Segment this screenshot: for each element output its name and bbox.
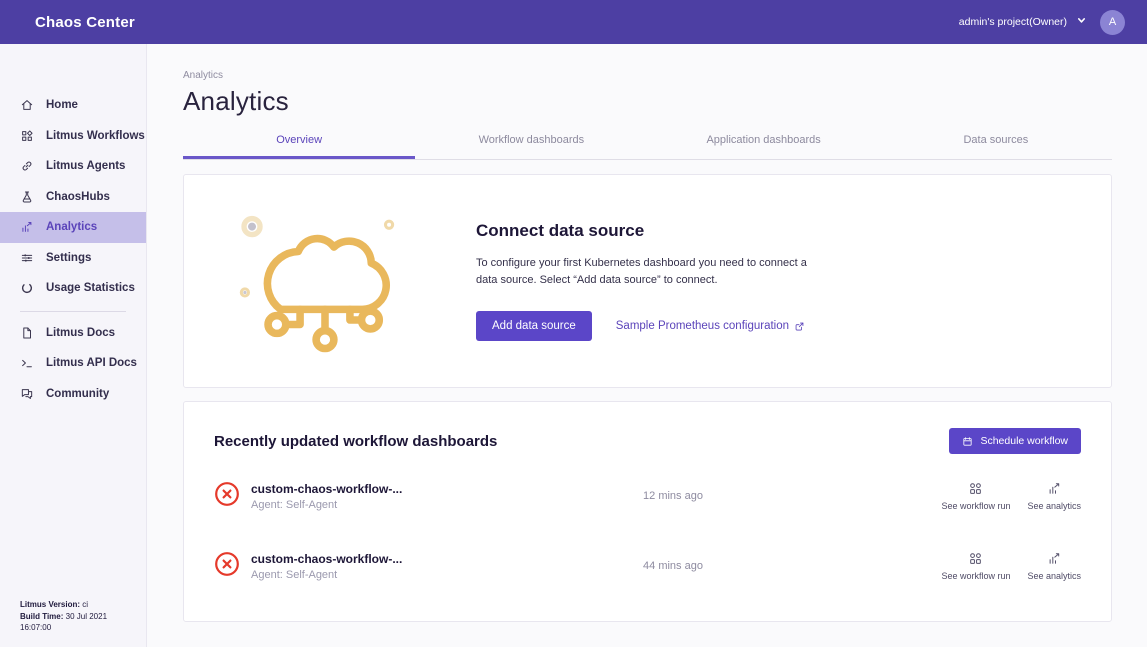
project-selector[interactable]: admin's project(Owner)	[959, 16, 1086, 28]
connect-data-source-card: Connect data source To configure your fi…	[183, 174, 1112, 388]
settings-icon	[20, 251, 34, 265]
analytics-icon	[20, 220, 34, 234]
workflow-agent: Agent: Self-Agent	[251, 569, 603, 581]
breadcrumb: Analytics	[183, 70, 1112, 81]
sidebar-item-label: Litmus API Docs	[46, 357, 137, 369]
calendar-icon	[962, 436, 973, 447]
sidebar-item-label: Litmus Docs	[46, 327, 115, 339]
see-analytics-label: See analytics	[1027, 571, 1081, 581]
see-analytics-icon	[1047, 551, 1062, 566]
home-icon	[20, 98, 34, 112]
see-workflow-run-label: See workflow run	[941, 571, 1010, 581]
sidebar-item-litmus-agents[interactable]: Litmus Agents	[0, 151, 146, 182]
external-link-icon	[794, 321, 805, 332]
sidebar-footer: Litmus Version: ci Build Time: 30 Jul 20…	[0, 599, 146, 647]
schedule-workflow-button[interactable]: Schedule workflow	[949, 428, 1081, 454]
see-analytics-icon	[1047, 481, 1062, 496]
workflow-timestamp: 12 mins ago	[603, 490, 743, 502]
agents-icon	[20, 159, 34, 173]
workflow-agent: Agent: Self-Agent	[251, 499, 603, 511]
tab-bar: Overview Workflow dashboards Application…	[183, 134, 1112, 160]
avatar[interactable]: A	[1100, 10, 1125, 35]
tab-data-sources[interactable]: Data sources	[880, 134, 1112, 159]
sample-prometheus-link[interactable]: Sample Prometheus configuration	[616, 320, 805, 332]
sidebar-item-label: Litmus Agents	[46, 160, 125, 172]
sidebar-item-label: Analytics	[46, 221, 97, 233]
project-selector-label: admin's project(Owner)	[959, 16, 1067, 28]
workflow-run-icon	[968, 481, 983, 496]
dashboard-row: custom-chaos-workflow-... Agent: Self-Ag…	[214, 468, 1081, 524]
sidebar-item-label: Usage Statistics	[46, 282, 135, 294]
sidebar-item-community[interactable]: Community	[0, 379, 146, 410]
chevron-down-icon	[1077, 16, 1086, 28]
sidebar-divider	[20, 311, 126, 312]
workflow-name: custom-chaos-workflow-...	[251, 552, 603, 566]
add-data-source-button[interactable]: Add data source	[476, 311, 592, 341]
top-header: Chaos Center admin's project(Owner) A	[0, 0, 1147, 44]
workflow-timestamp: 44 mins ago	[603, 560, 743, 572]
litmus-version: Litmus Version: ci	[20, 599, 138, 611]
sample-prometheus-link-label: Sample Prometheus configuration	[616, 320, 789, 332]
docs-icon	[20, 326, 34, 340]
failed-status-icon	[214, 481, 240, 512]
build-time: Build Time: 30 Jul 2021 16:07:00	[20, 611, 138, 634]
tab-workflow-dashboards[interactable]: Workflow dashboards	[415, 134, 647, 159]
api-docs-icon	[20, 356, 34, 370]
workflows-icon	[20, 129, 34, 143]
dashboard-row: custom-chaos-workflow-... Agent: Self-Ag…	[214, 538, 1081, 594]
sidebar-item-label: Settings	[46, 252, 91, 264]
see-workflow-run-action[interactable]: See workflow run	[941, 481, 1010, 511]
sidebar-item-label: ChaosHubs	[46, 191, 110, 203]
community-icon	[20, 387, 34, 401]
workflow-name: custom-chaos-workflow-...	[251, 482, 603, 496]
usage-icon	[20, 281, 34, 295]
see-analytics-action[interactable]: See analytics	[1027, 551, 1081, 581]
sidebar-item-usage-statistics[interactable]: Usage Statistics	[0, 273, 146, 304]
sidebar-item-home[interactable]: Home	[0, 90, 146, 121]
app-title: Chaos Center	[35, 14, 135, 31]
schedule-workflow-button-label: Schedule workflow	[980, 435, 1068, 447]
see-workflow-run-label: See workflow run	[941, 501, 1010, 511]
recent-dashboards-title: Recently updated workflow dashboards	[214, 433, 497, 450]
sidebar-item-settings[interactable]: Settings	[0, 243, 146, 274]
page-title: Analytics	[183, 86, 1112, 117]
see-analytics-label: See analytics	[1027, 501, 1081, 511]
see-analytics-action[interactable]: See analytics	[1027, 481, 1081, 511]
sidebar-item-litmus-workflows[interactable]: Litmus Workflows	[0, 121, 146, 152]
see-workflow-run-action[interactable]: See workflow run	[941, 551, 1010, 581]
sidebar-item-litmus-docs[interactable]: Litmus Docs	[0, 318, 146, 349]
failed-status-icon	[214, 551, 240, 582]
main-content: Analytics Analytics Overview Workflow da…	[147, 44, 1147, 647]
sidebar-item-label: Community	[46, 388, 109, 400]
sidebar-item-chaoshubs[interactable]: ChaosHubs	[0, 182, 146, 213]
workflow-run-icon	[968, 551, 983, 566]
sidebar-item-label: Home	[46, 99, 78, 111]
recent-dashboards-card: Recently updated workflow dashboards Sch…	[183, 401, 1112, 622]
sidebar-item-litmus-api-docs[interactable]: Litmus API Docs	[0, 348, 146, 379]
sidebar: Home Litmus Workflows Litmus Agents Chao…	[0, 44, 147, 647]
sidebar-item-label: Litmus Workflows	[46, 130, 145, 142]
connect-card-description: To configure your first Kubernetes dashb…	[476, 255, 828, 289]
tab-overview[interactable]: Overview	[183, 134, 415, 159]
connect-card-title: Connect data source	[476, 221, 828, 241]
sidebar-item-analytics[interactable]: Analytics	[0, 212, 146, 243]
tab-application-dashboards[interactable]: Application dashboards	[648, 134, 880, 159]
cloud-network-illustration	[236, 207, 414, 363]
chaoshubs-icon	[20, 190, 34, 204]
